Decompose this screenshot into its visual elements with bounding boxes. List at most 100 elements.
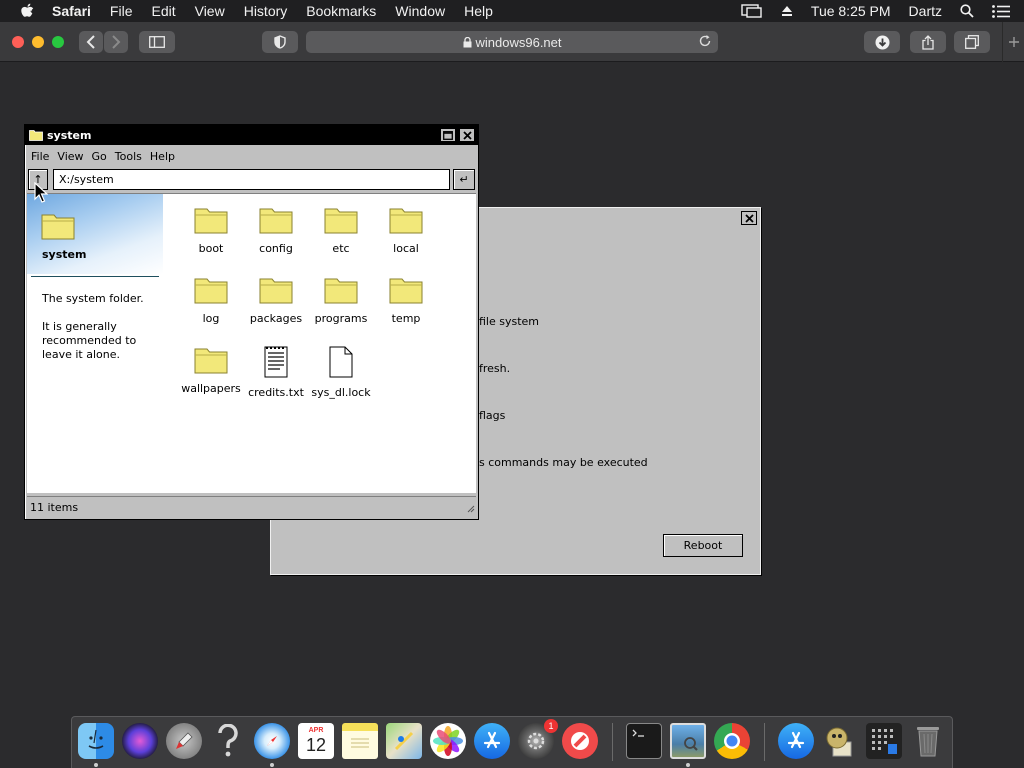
notification-badge: 1 — [544, 719, 558, 733]
file-item-label: local — [393, 242, 419, 255]
menu-view[interactable]: View — [195, 3, 225, 19]
fm-menu-view[interactable]: View — [57, 150, 83, 163]
maps-icon[interactable] — [386, 723, 422, 759]
share-button[interactable] — [910, 31, 946, 53]
app-store-icon-2[interactable] — [778, 723, 814, 759]
fm-menu-go[interactable]: Go — [92, 150, 107, 163]
notes-icon[interactable] — [342, 723, 378, 759]
fm-menu-file[interactable]: File — [31, 150, 49, 163]
downloads-button[interactable] — [864, 31, 900, 53]
folder-icon — [244, 206, 308, 237]
trash-icon[interactable] — [910, 723, 946, 759]
resize-grip-icon[interactable] — [466, 503, 475, 516]
file-manager-menubar: File View Go Tools Help — [25, 147, 177, 165]
finder-icon[interactable] — [78, 723, 114, 759]
fm-menu-tools[interactable]: Tools — [115, 150, 142, 163]
folder-icon — [244, 276, 308, 307]
file-item[interactable]: programs — [309, 276, 373, 325]
file-item-label: temp — [391, 312, 421, 325]
lock-icon — [463, 36, 471, 47]
reload-icon[interactable] — [698, 34, 712, 51]
airplay-display-icon[interactable] — [741, 4, 763, 18]
dialog-text-line: s commands may be executed — [479, 456, 648, 469]
running-indicator — [686, 763, 690, 767]
dialog-close-button[interactable] — [741, 211, 757, 225]
eject-icon[interactable] — [781, 5, 793, 17]
running-indicator — [270, 763, 274, 767]
menu-app-name[interactable]: Safari — [52, 3, 91, 19]
file-item[interactable]: packages — [244, 276, 308, 325]
path-input[interactable]: X:/system — [53, 169, 450, 190]
clock[interactable]: Tue 8:25 PM — [811, 3, 891, 19]
file-item[interactable]: config — [244, 206, 308, 255]
automator-icon[interactable] — [822, 723, 858, 759]
sidebar-description: It is generally recommended to leave it … — [42, 320, 137, 361]
file-icon — [309, 346, 373, 381]
address-bar[interactable]: windows96.net — [306, 31, 718, 53]
file-item[interactable]: boot — [179, 206, 243, 255]
back-button[interactable] — [79, 31, 103, 53]
zoom-window-button[interactable] — [52, 36, 64, 48]
menu-history[interactable]: History — [244, 3, 288, 19]
file-manager-window[interactable]: system File View Go Tools Help ↑ X:/syst… — [24, 124, 479, 520]
file-item[interactable]: etc — [309, 206, 373, 255]
menubar: Safari File Edit View History Bookmarks … — [0, 0, 1024, 22]
privacy-shield-button[interactable] — [262, 31, 298, 53]
folder-icon — [374, 206, 438, 237]
calendar-month: APR — [308, 727, 324, 734]
dialog-text-line: flags — [479, 409, 506, 422]
close-window-button[interactable] — [12, 36, 24, 48]
menu-file[interactable]: File — [110, 3, 133, 19]
preview-icon[interactable] — [670, 723, 706, 759]
new-tab-button[interactable] — [1002, 22, 1024, 62]
calendar-icon[interactable]: APR 12 — [298, 723, 334, 759]
safari-icon[interactable] — [254, 723, 290, 759]
spotlight-search-icon[interactable] — [960, 4, 974, 18]
file-manager-titlebar[interactable]: system — [25, 125, 478, 145]
close-button[interactable] — [459, 128, 475, 142]
folder-icon — [309, 276, 373, 307]
go-button[interactable]: ↵ — [453, 169, 475, 190]
sidebar-folder-name: system — [42, 248, 87, 261]
help-icon[interactable] — [210, 723, 246, 759]
folder-icon — [179, 206, 243, 237]
forward-button[interactable] — [104, 31, 128, 53]
calendar-day: 12 — [305, 735, 327, 755]
menu-bookmarks[interactable]: Bookmarks — [306, 3, 376, 19]
file-item[interactable]: credits.txt — [244, 346, 308, 399]
siri-icon[interactable] — [122, 723, 158, 759]
notification-center-icon[interactable] — [992, 4, 1010, 18]
app-store-icon[interactable] — [474, 723, 510, 759]
sidebar-divider — [31, 276, 159, 277]
menu-help[interactable]: Help — [464, 3, 493, 19]
menu-window[interactable]: Window — [395, 3, 445, 19]
user-name[interactable]: Dartz — [909, 3, 942, 19]
file-item[interactable]: log — [179, 276, 243, 325]
chrome-icon[interactable] — [714, 723, 750, 759]
terminal-icon[interactable] — [626, 723, 662, 759]
apple-icon[interactable] — [20, 3, 38, 19]
sidebar-toggle-button[interactable] — [139, 31, 175, 53]
grid-app-icon[interactable] — [866, 723, 902, 759]
file-item[interactable]: temp — [374, 276, 438, 325]
file-item[interactable]: wallpapers — [179, 346, 243, 395]
fm-menu-help[interactable]: Help — [150, 150, 175, 163]
tab-overview-button[interactable] — [954, 31, 990, 53]
maximize-button[interactable] — [440, 128, 456, 142]
photos-icon[interactable] — [430, 723, 466, 759]
reboot-button[interactable]: Reboot — [663, 534, 743, 557]
folder-icon — [179, 346, 243, 377]
file-item[interactable]: local — [374, 206, 438, 255]
status-bar: 11 items — [27, 496, 476, 517]
file-item[interactable]: sys_dl.lock — [309, 346, 373, 399]
minimize-window-button[interactable] — [32, 36, 44, 48]
dialog-text-line: file system — [479, 315, 540, 328]
file-item-label: boot — [198, 242, 224, 255]
file-manager-content: system The system folder. It is generall… — [27, 193, 476, 493]
file-item-label: programs — [314, 312, 368, 325]
news-icon[interactable] — [562, 723, 598, 759]
menu-edit[interactable]: Edit — [151, 3, 175, 19]
file-item-label: etc — [332, 242, 350, 255]
launchpad-icon[interactable] — [166, 723, 202, 759]
file-item-label: log — [202, 312, 220, 325]
